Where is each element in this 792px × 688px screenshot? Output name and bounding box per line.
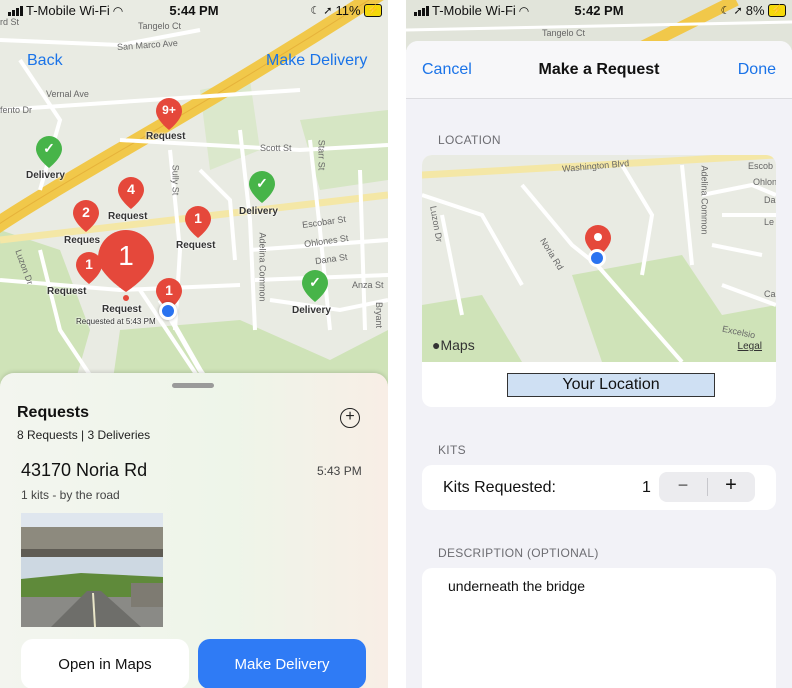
pin-count: 1	[165, 282, 173, 298]
kits-card: Kits Requested: 1 − +	[422, 465, 776, 510]
pin-count: 9+	[162, 103, 176, 117]
requests-sheet[interactable]: Requests 8 Requests | 3 Deliveries + 431…	[0, 373, 388, 688]
user-location-dot	[159, 302, 177, 320]
make-delivery-button[interactable]: Make Delivery	[198, 639, 366, 688]
pin-count: 2	[82, 204, 90, 220]
requests-map-screen: rd St Tangelo Ct San Marco Ave Vernal Av…	[0, 0, 388, 688]
apple-maps-logo: ●Maps	[432, 337, 475, 353]
pin-sublabel: Requested at 5:43 PM	[76, 317, 156, 326]
pin-label: Delivery	[292, 305, 331, 316]
street-label: Anza St	[352, 280, 384, 290]
request-pin[interactable]: 2	[73, 200, 99, 232]
status-bar: T-Mobile Wi-Fi ◠ 5:42 PM ☾ ➚ 8% ⚡	[406, 0, 792, 22]
modal-title: Make a Request	[538, 61, 660, 78]
checkmark-icon: ✓	[256, 175, 268, 191]
battery-level: 11%	[335, 3, 361, 18]
request-pin[interactable]: 1	[185, 206, 211, 238]
checkmark-icon: ✓	[309, 274, 321, 290]
street-label: Vernal Ave	[46, 89, 89, 99]
back-button[interactable]: Back	[27, 52, 63, 70]
street-label: Starr St	[316, 139, 327, 171]
moon-icon: ☾	[310, 5, 321, 17]
add-icon[interactable]: +	[340, 408, 360, 428]
battery-level: 8%	[745, 3, 765, 18]
street-label: Adelina Common	[257, 232, 268, 302]
make-request-screen: Tangelo Ct T-Mobile Wi-Fi ◠ 5:42 PM ☾ ➚ …	[406, 0, 792, 688]
street-label: fento Dr	[0, 105, 33, 115]
street-label: Sully St	[170, 164, 181, 196]
done-button[interactable]: Done	[738, 61, 776, 79]
checkmark-icon: ✓	[43, 140, 55, 156]
request-address[interactable]: 43170 Noria Rd	[21, 460, 147, 481]
decrement-button[interactable]: −	[659, 475, 707, 496]
kits-requested-label: Kits Requested:	[443, 479, 556, 496]
request-time: 5:43 PM	[317, 464, 362, 478]
pin-count: 1	[118, 240, 134, 271]
description-textarea[interactable]: underneath the bridge	[422, 568, 776, 688]
description-text: underneath the bridge	[448, 578, 585, 594]
pin-count: 4	[127, 181, 135, 197]
maps-brand-label: Maps	[440, 337, 475, 353]
street-label: Tangelo Ct	[138, 21, 182, 31]
pin-count: 1	[194, 210, 202, 226]
increment-button[interactable]: +	[707, 474, 755, 497]
location-arrow-icon: ➚	[323, 5, 333, 17]
your-location-label: Your Location	[507, 373, 715, 397]
street-label: Ca	[764, 289, 776, 299]
pin-dot	[123, 295, 129, 301]
sheet-title: Requests	[17, 404, 90, 421]
street-label: Le	[764, 217, 775, 227]
sheet-grabber[interactable]	[172, 383, 214, 388]
pin-label: Delivery	[239, 206, 278, 217]
pin-label: Request	[47, 286, 87, 297]
battery-icon: ⚡	[767, 4, 786, 17]
kits-count: 1	[642, 479, 651, 496]
request-detail: 1 kits - by the road	[21, 488, 120, 502]
street-label: Escob	[748, 161, 774, 171]
kits-section-label: KITS	[438, 443, 466, 457]
pin-label: Request	[102, 304, 142, 315]
delivery-pin[interactable]: ✓	[302, 270, 328, 302]
legal-link[interactable]: Legal	[738, 341, 762, 352]
request-photo[interactable]	[21, 513, 163, 627]
delivery-pin[interactable]: ✓	[36, 136, 62, 168]
street-label: Tangelo Ct	[542, 28, 586, 38]
pin-label: Delivery	[26, 170, 65, 181]
pin-label: Request	[176, 240, 216, 251]
modal-header: Cancel Make a Request Done	[406, 41, 792, 99]
street-label: Adelina Common	[699, 165, 710, 235]
moon-icon: ☾	[720, 5, 731, 17]
selected-request-pin[interactable]: 1	[98, 230, 154, 292]
status-bar: T-Mobile Wi-Fi ◠ 5:44 PM ☾ ➚ 11% ⚡	[0, 0, 388, 22]
street-label: Da	[764, 195, 776, 205]
sheet-summary: 8 Requests | 3 Deliveries	[17, 428, 151, 442]
pin-label: Reques	[64, 235, 101, 246]
request-pin[interactable]: 4	[118, 177, 144, 209]
battery-icon: ⚡	[363, 4, 382, 17]
open-in-maps-button[interactable]: Open in Maps	[21, 639, 189, 688]
street-label: Ohlon	[753, 177, 776, 187]
kits-stepper[interactable]: − +	[659, 472, 755, 502]
location-arrow-icon: ➚	[733, 5, 743, 17]
street-label: Bryant	[374, 301, 385, 329]
pin-label: Request	[146, 131, 186, 142]
location-card: Washington Blvd Luzon Dr Noria Rd Adelin…	[422, 155, 776, 407]
user-location-dot	[588, 249, 606, 267]
street-label: Scott St	[260, 143, 292, 153]
delivery-pin[interactable]: ✓	[249, 171, 275, 203]
make-delivery-nav-button[interactable]: Make Delivery	[266, 52, 367, 70]
pin-label: Request	[108, 211, 148, 222]
request-pin[interactable]: 9+	[156, 98, 182, 130]
location-section-label: LOCATION	[438, 133, 501, 147]
description-section-label: DESCRIPTION (OPTIONAL)	[438, 546, 599, 560]
